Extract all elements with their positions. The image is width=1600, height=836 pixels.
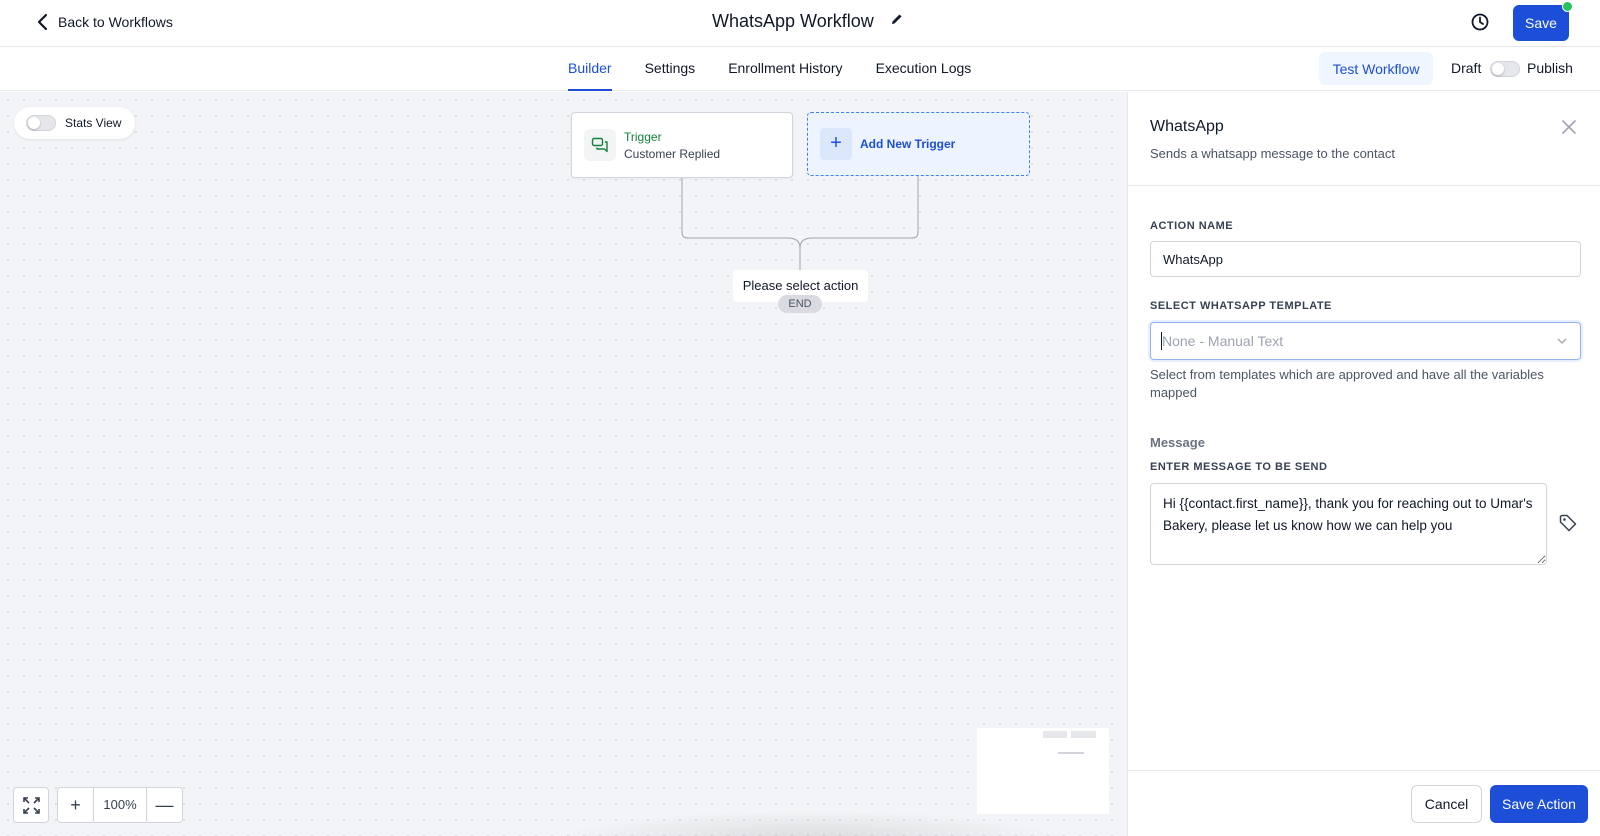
publish-label: Publish <box>1527 60 1573 76</box>
stats-view-toggle[interactable] <box>26 115 56 131</box>
template-placeholder: None - Manual Text <box>1162 333 1284 349</box>
back-label: Back to Workflows <box>58 14 173 30</box>
tabs: Builder Settings Enrollment History Exec… <box>568 47 971 91</box>
message-heading: Message <box>1150 435 1205 450</box>
zoom-level: 100% <box>93 788 147 822</box>
action-name-label: ACTION NAME <box>1150 220 1234 232</box>
minimap[interactable] <box>977 728 1109 814</box>
template-label: SELECT WHATSAPP TEMPLATE <box>1150 300 1332 312</box>
fit-view-button[interactable] <box>13 787 49 823</box>
tab-builder[interactable]: Builder <box>568 47 612 91</box>
status-dot <box>1562 1 1573 12</box>
save-button[interactable]: Save <box>1513 5 1569 41</box>
minimap-block <box>1071 731 1096 738</box>
workflow-title-group: WhatsApp Workflow <box>712 11 904 32</box>
fit-view-icon <box>23 797 40 814</box>
chevron-left-icon <box>37 13 48 31</box>
action-name-input[interactable] <box>1150 241 1581 277</box>
back-to-workflows-link[interactable]: Back to Workflows <box>36 13 173 31</box>
trigger-node[interactable]: Trigger Customer Replied <box>571 112 793 178</box>
add-trigger-label: Add New Trigger <box>860 137 956 151</box>
workflow-canvas[interactable]: Stats View Trigger Customer Replied + Ad… <box>0 92 1127 836</box>
canvas-shadow <box>550 810 1070 836</box>
connector-lines <box>681 176 919 270</box>
draft-label: Draft <box>1451 60 1482 76</box>
end-node: END <box>778 295 822 313</box>
stats-view-label: Stats View <box>65 116 122 130</box>
zoom-out-button[interactable]: — <box>147 788 182 822</box>
message-label: ENTER MESSAGE TO BE SEND <box>1150 461 1328 473</box>
trigger-subtitle: Customer Replied <box>624 147 721 161</box>
trigger-title: Trigger <box>624 130 662 144</box>
action-panel: WhatsApp Sends a whatsapp message to the… <box>1127 92 1600 836</box>
tab-bar: Builder Settings Enrollment History Exec… <box>0 47 1600 91</box>
cancel-button[interactable]: Cancel <box>1411 785 1482 823</box>
chat-icon <box>584 129 616 161</box>
footer-divider <box>1128 770 1600 771</box>
top-bar: Back to Workflows WhatsApp Workflow Save <box>0 0 1600 47</box>
history-icon[interactable] <box>1470 12 1490 32</box>
template-hint: Select from templates which are approved… <box>1150 367 1544 400</box>
message-textarea[interactable]: Hi {{contact.first_name}}, thank you for… <box>1150 483 1547 565</box>
plus-icon: + <box>70 795 81 815</box>
tab-enrollment-history[interactable]: Enrollment History <box>728 47 842 91</box>
close-icon[interactable] <box>1561 119 1577 135</box>
minimap-line <box>1058 752 1084 754</box>
panel-title: WhatsApp <box>1150 118 1224 135</box>
test-workflow-button[interactable]: Test Workflow <box>1319 52 1433 85</box>
minus-icon: — <box>155 795 174 815</box>
zoom-controls: + 100% — <box>57 787 183 823</box>
add-new-trigger-node[interactable]: + Add New Trigger <box>807 112 1030 176</box>
panel-divider <box>1128 185 1600 186</box>
zoom-in-button[interactable]: + <box>58 788 93 822</box>
tag-icon[interactable] <box>1558 513 1578 533</box>
plus-icon: + <box>820 128 852 160</box>
pencil-icon[interactable] <box>890 12 904 31</box>
stats-view-control: Stats View <box>14 107 135 139</box>
panel-subtitle: Sends a whatsapp message to the contact <box>1150 146 1395 161</box>
tab-settings[interactable]: Settings <box>645 47 696 91</box>
tab-execution-logs[interactable]: Execution Logs <box>876 47 972 91</box>
chevron-down-icon <box>1557 338 1567 344</box>
template-select[interactable]: None - Manual Text <box>1150 322 1581 360</box>
publish-toggle[interactable] <box>1490 61 1520 77</box>
minimap-block <box>1043 731 1067 738</box>
save-action-button[interactable]: Save Action <box>1490 785 1588 823</box>
page-title: WhatsApp Workflow <box>712 11 874 31</box>
